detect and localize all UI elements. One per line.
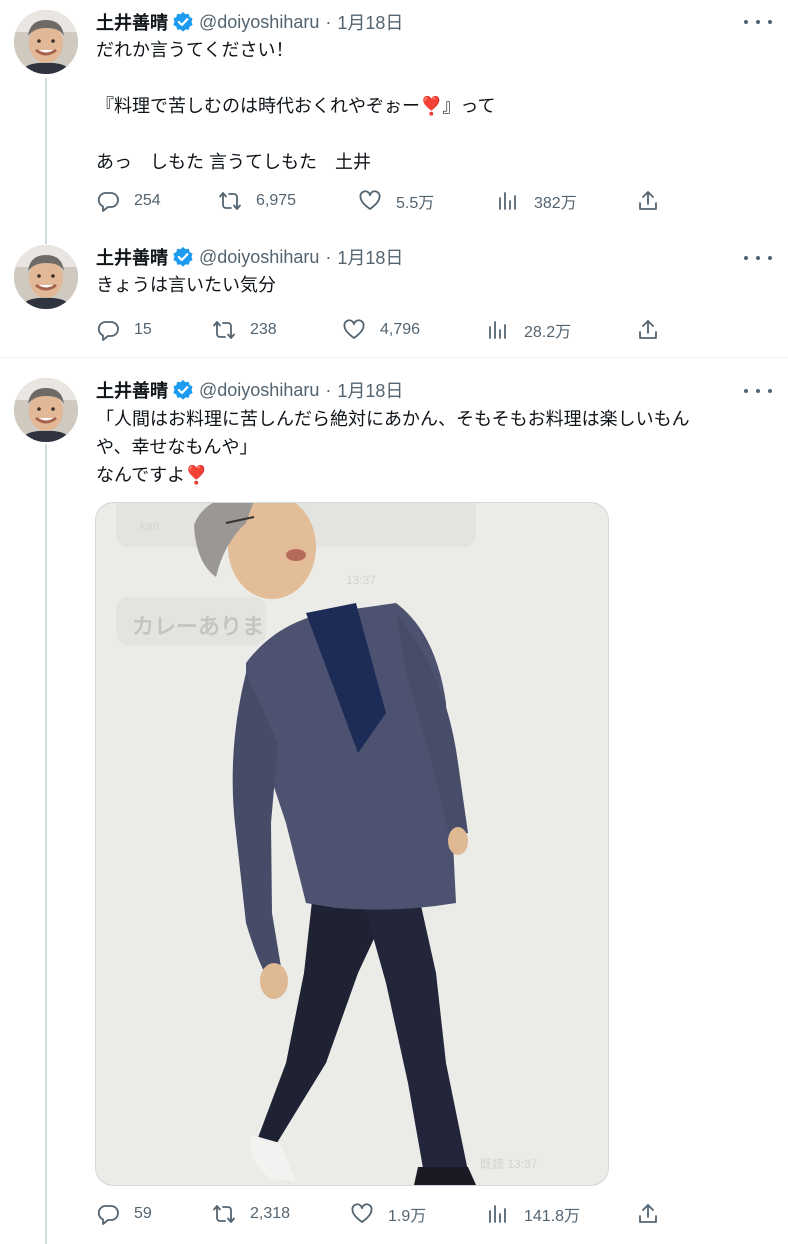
tweet-date[interactable]: 1月18日 xyxy=(337,9,403,35)
views-button[interactable]: 382万 xyxy=(496,189,577,213)
reply-button[interactable]: 59 xyxy=(96,1202,152,1226)
like-button[interactable]: 1.9万 xyxy=(350,1202,426,1226)
author-name[interactable]: 土井善晴 xyxy=(96,377,168,403)
thread-line xyxy=(45,444,47,1244)
author-handle[interactable]: @doiyoshiharu xyxy=(199,247,319,268)
tweet-line: 『料理で苦しむのは時代おくれやぞぉー❣️』って xyxy=(96,92,766,120)
tweet-line: だれか言うてください！ xyxy=(96,40,294,60)
avatar[interactable] xyxy=(14,378,78,442)
heart-exclamation-emoji: ❣️ xyxy=(420,96,443,116)
tweet-actions: 254 6,975 5.5万 382万 xyxy=(96,189,676,213)
retweet-button[interactable]: 6,975 xyxy=(218,189,296,213)
author-handle[interactable]: @doiyoshiharu xyxy=(199,380,319,401)
tweet-actions: 15 238 4,796 28.2万 xyxy=(96,318,676,342)
verified-badge-icon xyxy=(172,379,194,401)
tweet-line: あっ しもた 言うてしもた 土井 xyxy=(96,152,371,172)
tweet-line: 「人間はお料理に苦しんだら絶対にあかん、そもそもお料理は楽しいもん xyxy=(96,409,690,429)
views-icon xyxy=(499,192,516,210)
separator-dot: · xyxy=(325,379,332,400)
reply-count: 254 xyxy=(134,192,161,209)
reply-button[interactable]: 254 xyxy=(96,189,161,213)
tweet-text: 「人間はお料理に苦しんだら絶対にあかん、そもそもお料理は楽しいもん や、幸せなもん… xyxy=(96,405,766,489)
avatar-image xyxy=(14,10,78,74)
tweet-actions: 59 2,318 1.9万 141.8万 xyxy=(96,1202,676,1226)
tweet-text: だれか言うてください！ 『料理で苦しむのは時代おくれやぞぉー❣️』ってあっ しもた… xyxy=(96,36,766,176)
tweet-line-part: 『料理で苦しむのは時代おくれやぞぉー xyxy=(96,96,420,116)
more-icon[interactable] xyxy=(744,381,772,401)
views-count: 382万 xyxy=(534,195,577,212)
tweet-line: なんですよ❣️ xyxy=(96,461,766,489)
tweet-line xyxy=(96,64,766,92)
like-button[interactable]: 4,796 xyxy=(342,318,420,342)
more-icon[interactable] xyxy=(744,12,772,32)
reply-count: 15 xyxy=(134,321,152,338)
reply-button[interactable]: 15 xyxy=(96,318,152,342)
views-button[interactable]: 28.2万 xyxy=(486,318,571,342)
share-icon xyxy=(639,191,657,210)
tweet-line xyxy=(96,120,766,148)
views-icon xyxy=(489,321,506,339)
author-name[interactable]: 土井善晴 xyxy=(96,244,168,270)
share-button[interactable] xyxy=(636,189,660,213)
author-name[interactable]: 土井善晴 xyxy=(96,9,168,35)
person-figure xyxy=(194,503,476,1185)
avatar[interactable] xyxy=(14,10,78,74)
tweet-line: きょうは言いたい気分 xyxy=(96,275,276,295)
retweet-icon xyxy=(213,1205,235,1223)
avatar-image xyxy=(14,378,78,442)
tweet-line-part: なんですよ xyxy=(96,465,186,485)
avatar[interactable] xyxy=(14,245,78,309)
retweet-count: 238 xyxy=(250,321,277,338)
retweet-icon xyxy=(219,192,241,210)
reply-icon xyxy=(97,1205,119,1225)
more-icon[interactable] xyxy=(744,248,772,268)
tweet-date[interactable]: 1月18日 xyxy=(337,377,403,403)
tweet-line-part: 』って xyxy=(442,96,496,116)
verified-badge-icon xyxy=(172,246,194,268)
heart-exclamation-emoji: ❣️ xyxy=(185,465,208,485)
tweet-divider xyxy=(0,357,788,358)
views-button[interactable]: 141.8万 xyxy=(486,1202,580,1226)
like-count: 1.9万 xyxy=(388,1208,427,1225)
retweet-count: 2,318 xyxy=(250,1205,291,1222)
views-icon xyxy=(489,1205,506,1223)
like-button[interactable]: 5.5万 xyxy=(358,189,434,213)
retweet-button[interactable]: 238 xyxy=(212,318,277,342)
thread-line xyxy=(45,78,47,244)
reply-icon xyxy=(97,192,119,212)
heart-icon xyxy=(351,1203,373,1223)
tweet-date[interactable]: 1月18日 xyxy=(337,244,403,270)
tweet-header: 土井善晴 @doiyoshiharu · 1月18日 xyxy=(96,10,403,34)
retweet-icon xyxy=(213,321,235,339)
tweet-header: 土井善晴 @doiyoshiharu · 1月18日 xyxy=(96,245,403,269)
share-button[interactable] xyxy=(636,1202,660,1226)
avatar-image xyxy=(14,245,78,309)
retweet-count: 6,975 xyxy=(256,192,297,209)
like-count: 5.5万 xyxy=(396,195,435,212)
separator-dot: · xyxy=(325,246,332,267)
tweet-text: きょうは言いたい気分 xyxy=(96,271,766,299)
share-icon xyxy=(639,320,657,339)
verified-badge-icon xyxy=(172,11,194,33)
reply-count: 59 xyxy=(134,1205,152,1222)
tweet-header: 土井善晴 @doiyoshiharu · 1月18日 xyxy=(96,378,403,402)
separator-dot: · xyxy=(325,11,332,32)
tweet-line: や、幸せなもんや」 xyxy=(96,437,258,457)
views-count: 28.2万 xyxy=(524,324,572,341)
retweet-button[interactable]: 2,318 xyxy=(212,1202,290,1226)
tweet-image[interactable]: kan 13:37 カレーありま 既読 13:37 xyxy=(95,502,609,1186)
like-count: 4,796 xyxy=(380,321,421,338)
heart-icon xyxy=(343,319,365,339)
reply-icon xyxy=(97,321,119,341)
share-button[interactable] xyxy=(636,318,660,342)
author-handle[interactable]: @doiyoshiharu xyxy=(199,12,319,33)
heart-icon xyxy=(359,190,381,210)
share-icon xyxy=(639,1204,657,1223)
views-count: 141.8万 xyxy=(524,1208,581,1225)
